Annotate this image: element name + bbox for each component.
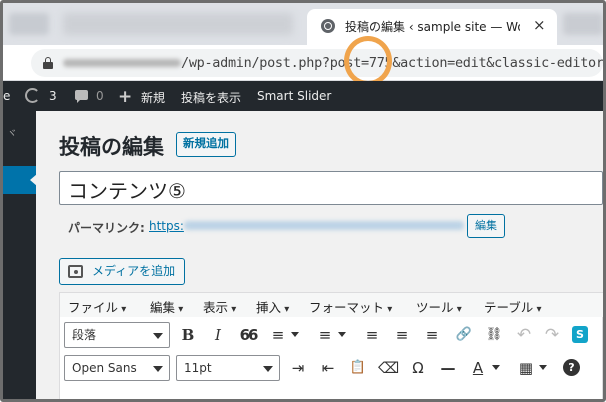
font-size-value: 11pt <box>184 361 212 375</box>
blockquote-icon[interactable]: 66 <box>238 325 259 345</box>
plus-icon[interactable]: + <box>118 87 132 107</box>
undo-icon[interactable]: ↶ <box>514 325 534 345</box>
permalink-label: パーマリンク: <box>68 221 145 235</box>
table-dropdown[interactable] <box>539 365 547 370</box>
add-media-label: メディアを追加 <box>92 264 176 278</box>
updates-icon[interactable] <box>25 88 40 103</box>
view-post-link[interactable]: 投稿を表示 <box>181 89 241 106</box>
main-content: 投稿の編集 新規追加 コンテンツ⑤ パーマリンク: https: 編集 メディア… <box>36 111 603 399</box>
sidebar-item-posts[interactable] <box>3 166 37 194</box>
browser-tab-active[interactable]: 投稿の編集 ‹ sample site — WordPress × <box>307 9 557 45</box>
text-color-icon[interactable]: A <box>468 358 488 378</box>
blurred-tab-3[interactable] <box>563 13 603 35</box>
redo-icon[interactable]: ↷ <box>542 325 562 345</box>
menu-file[interactable]: ファイル <box>68 297 126 316</box>
comment-icon[interactable] <box>75 90 88 103</box>
add-media-button[interactable]: メディアを追加 <box>59 258 185 285</box>
format-select-value: 段落 <box>72 328 97 342</box>
new-menu[interactable]: 新規 <box>141 89 165 106</box>
sidebar-collapse-mark[interactable]: ヾ <box>7 125 17 140</box>
screenshot-frame: 投稿の編集 ‹ sample site — WordPress × /wp-ad… <box>0 0 606 402</box>
address-bar: /wp-admin/post.php?post=775&action=edit&… <box>3 45 603 81</box>
table-icon[interactable]: ▦ <box>516 358 536 378</box>
add-new-button[interactable]: 新規追加 <box>176 132 236 157</box>
post-title-input[interactable]: コンテンツ⑤ <box>59 171 603 205</box>
bullet-list-dropdown[interactable] <box>291 332 299 337</box>
bullet-list-icon[interactable]: ≡ <box>268 325 288 345</box>
font-family-select[interactable]: Open Sans <box>64 355 170 381</box>
outdent-icon[interactable]: ⇤ <box>318 358 338 378</box>
paste-text-icon[interactable]: 📋 <box>348 358 368 378</box>
text-color-dropdown[interactable] <box>492 365 500 370</box>
tab-title: 投稿の編集 ‹ sample site — WordPress <box>345 20 520 34</box>
horizontal-line-icon[interactable]: — <box>438 358 458 378</box>
menu-format[interactable]: フォーマット <box>309 297 392 316</box>
url-field[interactable]: /wp-admin/post.php?post=775&action=edit&… <box>31 49 603 77</box>
clear-formatting-icon[interactable]: ⌫ <box>378 358 399 378</box>
classic-editor: ファイル 編集 表示 挿入 フォーマット ツール テーブル 段落 B I 66 … <box>59 292 603 399</box>
blurred-tab-2[interactable] <box>63 13 293 35</box>
font-family-value: Open Sans <box>72 361 137 375</box>
smart-slider-link[interactable]: Smart Slider <box>257 89 331 103</box>
bold-icon[interactable]: B <box>178 325 198 345</box>
permalink-blurred[interactable] <box>184 221 464 230</box>
align-right-icon[interactable]: ≡ <box>422 325 442 345</box>
editor-toolbar-1: 段落 B I 66 ≡ ≡ ≡ ≡ ≡ 🔗 ⛓ ↶ ↷ S <box>60 320 603 350</box>
numbered-list-icon[interactable]: ≡ <box>315 325 335 345</box>
permalink-link[interactable]: https: <box>149 219 184 233</box>
media-icon <box>68 265 83 278</box>
numbered-list-dropdown[interactable] <box>338 332 346 337</box>
indent-icon[interactable]: ⇥ <box>288 358 308 378</box>
url-domain-blurred <box>63 59 181 67</box>
url-text: /wp-admin/post.php?post=775&action=edit&… <box>181 55 604 71</box>
editor-menubar: ファイル 編集 表示 挿入 フォーマット ツール テーブル <box>60 293 603 317</box>
lock-icon[interactable] <box>43 57 53 69</box>
editor-toolbar-2: Open Sans 11pt ⇥ ⇤ 📋 ⌫ Ω — A ▦ ? <box>60 353 603 383</box>
menu-edit[interactable]: 編集 <box>150 297 183 316</box>
admin-sidebar: ヾ <box>3 111 37 399</box>
font-size-select[interactable]: 11pt <box>176 355 280 381</box>
browser-tab-strip: 投稿の編集 ‹ sample site — WordPress × <box>3 3 603 45</box>
help-icon[interactable]: ? <box>563 359 580 376</box>
permalink-edit-button[interactable]: 編集 <box>467 214 505 238</box>
italic-icon[interactable]: I <box>208 325 228 345</box>
comments-count[interactable]: 0 <box>96 89 104 103</box>
updates-count[interactable]: 3 <box>49 89 57 103</box>
link-icon[interactable]: 🔗 <box>454 325 474 345</box>
menu-table[interactable]: テーブル <box>484 297 541 316</box>
special-character-icon[interactable]: Ω <box>408 358 428 378</box>
format-select[interactable]: 段落 <box>64 322 170 348</box>
align-center-icon[interactable]: ≡ <box>392 325 412 345</box>
wp-admin-bar: e 3 0 + 新規 投稿を表示 Smart Slider <box>3 81 603 111</box>
menu-view[interactable]: 表示 <box>203 297 236 316</box>
unlink-icon[interactable]: ⛓ <box>484 325 504 345</box>
page-title: 投稿の編集 <box>59 135 164 159</box>
menu-tools[interactable]: ツール <box>416 297 462 316</box>
toolbar-toggle-icon[interactable]: S <box>572 326 588 343</box>
globe-icon <box>321 19 335 33</box>
site-name-fragment[interactable]: e <box>3 89 10 103</box>
menu-insert[interactable]: 挿入 <box>256 297 289 316</box>
align-left-icon[interactable]: ≡ <box>362 325 382 345</box>
blurred-tab-1[interactable] <box>9 13 49 35</box>
close-tab-icon[interactable]: × <box>533 16 546 34</box>
highlight-circle <box>344 36 392 86</box>
